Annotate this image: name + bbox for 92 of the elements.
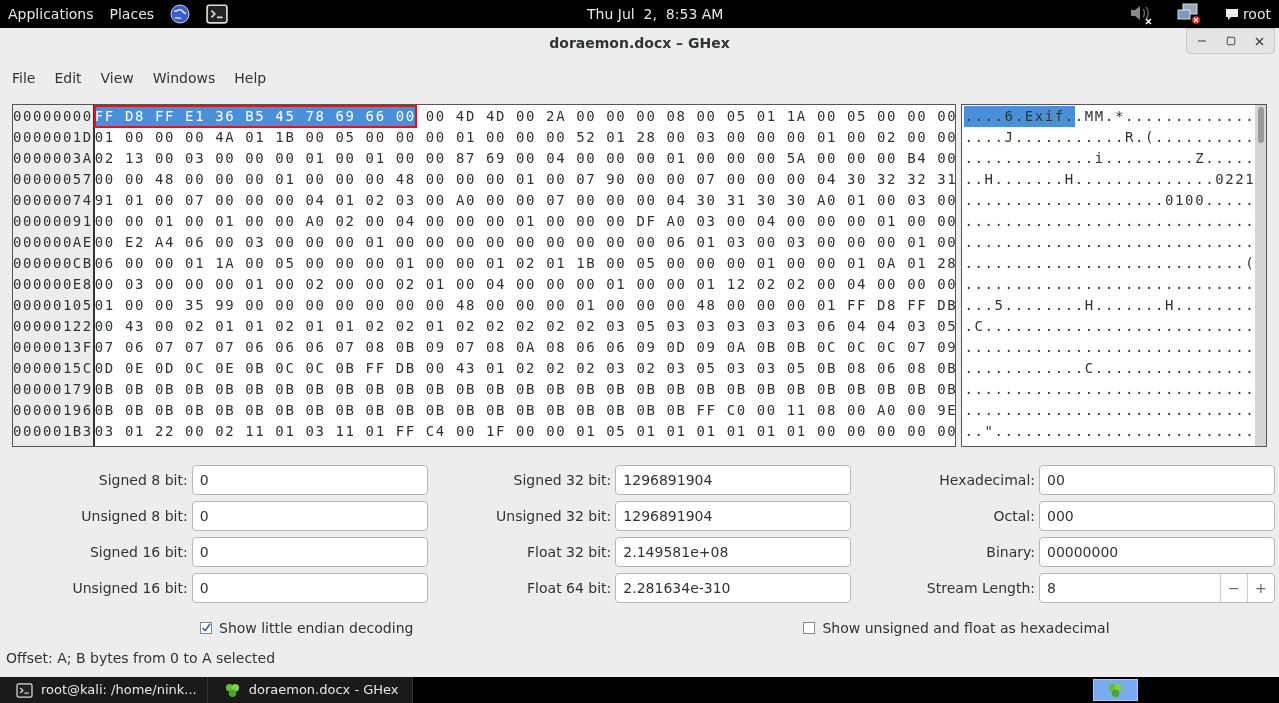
spin-field[interactable]: 8 − + — [1039, 573, 1275, 603]
chat-bubble-icon — [1224, 7, 1239, 21]
terminal-icon — [16, 682, 33, 698]
value-field[interactable]: 00 — [1039, 465, 1275, 495]
offset-label: 00000091 — [13, 212, 93, 231]
ascii-row-text: .MM.*............. — [1074, 107, 1256, 126]
offset-label: 000000E8 — [13, 275, 93, 294]
field-label: Stream Length: — [926, 578, 1035, 598]
menu-item[interactable]: View — [100, 67, 134, 89]
cluster-icon — [223, 682, 241, 698]
muted-speaker-icon[interactable] — [1128, 3, 1153, 25]
workspace-switcher[interactable] — [1092, 679, 1138, 701]
offset-label: 00000057 — [13, 170, 93, 189]
field-label: Float 64 bit: — [527, 578, 612, 598]
scrollbar[interactable] — [1255, 105, 1266, 446]
decrement-button[interactable]: − — [1220, 574, 1247, 602]
field-label: Unsigned 16 bit: — [72, 578, 188, 598]
ascii-row-text: ...5........H.......H........ — [964, 296, 1256, 315]
hex-row-text: 00 43 00 02 01 01 02 01 01 02 02 01 02 02 02 02 02 03 05 03 03 03 03 03 06 04 04 03 05 — [94, 317, 956, 336]
field-label: Octal: — [993, 506, 1035, 526]
offset-label: 0000003A — [13, 149, 93, 168]
menu-item[interactable]: File — [12, 67, 36, 89]
taskbar-button[interactable]: doraemon.docx - GHex — [207, 677, 413, 703]
network-icon[interactable] — [1176, 3, 1201, 25]
selected-ascii[interactable]: ....6.Exif. — [964, 106, 1075, 127]
offset-label: 000000CB — [13, 254, 93, 273]
value-field[interactable]: 0 — [191, 537, 428, 567]
status-text: Offset: A; B bytes from 0 to A selected — [6, 648, 276, 668]
field-label: Float 32 bit: — [527, 542, 612, 562]
globe-icon[interactable] — [170, 4, 191, 24]
checkbox[interactable] — [200, 622, 212, 634]
ascii-row-text: ............................. — [964, 338, 1256, 357]
menu-item[interactable]: Windows — [152, 67, 216, 89]
ascii-row-text: ............................( — [964, 254, 1256, 273]
field-label: Signed 16 bit: — [89, 542, 188, 562]
cluster-icon — [1106, 682, 1124, 698]
offset-label: 0000013F — [13, 338, 93, 357]
hex-row-text: 00 00 48 00 00 00 01 00 00 00 48 00 00 00 01 00 07 90 00 00 07 00 00 00 04 30 32 32 31 — [94, 170, 956, 189]
terminal-icon — [206, 4, 229, 24]
offset-label: 000001B3 — [13, 422, 93, 441]
offset-label: 00000105 — [13, 296, 93, 315]
maximize-icon — [1225, 36, 1236, 46]
offset-label: 00000122 — [13, 317, 93, 336]
value-field[interactable]: 2.149581e+08 — [615, 537, 852, 567]
offset-label: 00000000 — [13, 107, 93, 126]
offset-label: 00000196 — [13, 401, 93, 420]
window-title: doraemon.docx – GHex — [549, 33, 730, 53]
user-name[interactable]: root — [1242, 3, 1271, 25]
value-field[interactable]: 0 — [191, 501, 428, 531]
value-field[interactable]: 0 — [191, 465, 428, 495]
value-field[interactable]: 1296891904 — [615, 501, 852, 531]
value-field[interactable]: 2.281634e-310 — [615, 573, 852, 603]
ascii-row-text: .C........................... — [964, 317, 1256, 336]
ascii-row-text: ..H.......H..............0221 — [964, 170, 1256, 189]
hex-row-text: 07 06 07 07 07 06 06 06 07 08 0B 09 07 08 0A 08 06 06 09 0D 09 0A 0B 0B 0C 0C 0C 07 09 — [94, 338, 956, 357]
taskbar-button[interactable]: root@kali: /home/nink... — [0, 677, 208, 703]
ascii-row-text: ............................. — [964, 275, 1256, 294]
ascii-row-text: ............................. — [964, 401, 1256, 420]
scrollbar-thumb[interactable] — [1257, 107, 1264, 143]
offset-label: 0000001D — [13, 128, 93, 147]
field-label: Binary: — [986, 542, 1035, 562]
checkbox-label[interactable]: Show unsigned and float as hexadecimal — [822, 617, 1110, 639]
ascii-row-text: ..".......................... — [964, 422, 1256, 441]
ascii-row-text: ....J...........R.(.......... — [964, 128, 1256, 147]
ascii-row-text: ............................. — [964, 233, 1256, 252]
check-icon — [201, 622, 211, 634]
menu-item[interactable]: Help — [234, 67, 267, 89]
ascii-row-text: .............i.........Z..... — [964, 149, 1256, 168]
value-field[interactable]: 00000000 — [1039, 537, 1275, 567]
field-label: Unsigned 8 bit: — [81, 506, 188, 526]
value-field[interactable]: 0 — [191, 573, 428, 603]
field-label: Signed 8 bit: — [98, 470, 188, 490]
field-label: Unsigned 32 bit: — [496, 506, 612, 526]
checkbox[interactable] — [803, 622, 816, 634]
panel-menu[interactable]: Applications — [8, 3, 94, 25]
offset-label: 0000015C — [13, 359, 93, 378]
clock[interactable]: Thu Jul 2, 8:53 AM — [587, 3, 724, 25]
ascii-row-text: ............C................ — [964, 359, 1256, 378]
field-label: Hexadecimal: — [939, 470, 1035, 490]
panel-menu[interactable]: Places — [109, 3, 155, 25]
ascii-row-text: ............................. — [964, 380, 1256, 399]
checkbox-label[interactable]: Show little endian decoding — [219, 617, 414, 639]
offset-label: 000000AE — [13, 233, 93, 252]
ascii-row-text: ....................0100..... — [964, 191, 1256, 210]
value-field[interactable]: 1296891904 — [615, 465, 852, 495]
menu-item[interactable]: Edit — [54, 67, 82, 89]
increment-button[interactable]: + — [1247, 574, 1274, 602]
ascii-row-text: ............................. — [964, 212, 1256, 231]
offset-label: 00000074 — [13, 191, 93, 210]
field-label: Signed 32 bit: — [513, 470, 612, 490]
value-field[interactable]: 000 — [1039, 501, 1275, 531]
offset-label: 00000179 — [13, 380, 93, 399]
